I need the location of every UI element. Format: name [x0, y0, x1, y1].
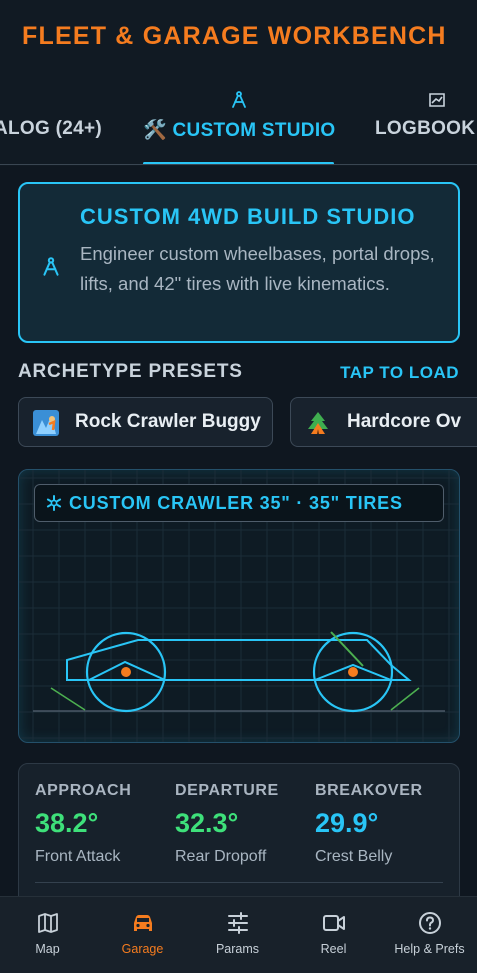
preset-chip-rock-crawler[interactable]: Rock Crawler Buggy [18, 397, 273, 447]
tab-logbook-label: LOGBOOK ( [375, 118, 477, 139]
breakover-angle-line [330, 631, 364, 667]
nav-item-help[interactable]: Help & Prefs [382, 897, 477, 973]
app-header: FLEET & GARAGE WORKBENCH ALOG (24+) 🛠️ C… [0, 0, 477, 166]
preset-chip-label: Rock Crawler Buggy [75, 411, 261, 432]
build-badge-text: CUSTOM CRAWLER 35" · 35" TIRES [69, 493, 403, 513]
nav-item-reel[interactable]: Reel [286, 897, 381, 973]
sliders-icon [228, 912, 248, 934]
nav-label: Params [215, 942, 260, 956]
app-title: FLEET & GARAGE WORKBENCH [22, 22, 447, 50]
hero-title: CUSTOM 4WD BUILD STUDIO [80, 204, 416, 229]
preset-chip-row[interactable]: Rock Crawler Buggy Hardcore Ov [18, 397, 477, 449]
bottom-navigation: Map Garage Params Reel Help & Prefs [0, 896, 477, 973]
tab-custom-studio-label: 🛠️ CUSTOM STUDIO [143, 120, 336, 141]
build-badge: CUSTOM CRAWLER 35" · 35" TIRES [34, 484, 444, 522]
stat-sublabel: Rear Dropoff [175, 848, 267, 865]
nav-label: Map [35, 942, 60, 956]
stat-sublabel: Front Attack [35, 848, 121, 865]
main-content[interactable]: CUSTOM 4WD BUILD STUDIO Engineer custom … [0, 166, 477, 896]
nav-label: Garage [121, 942, 164, 956]
stat-value: 29.9° [315, 808, 379, 838]
front-axle-pivot [121, 667, 131, 677]
compass-icon [232, 91, 246, 108]
nav-label: Reel [320, 942, 347, 956]
tab-bar: ALOG (24+) 🛠️ CUSTOM STUDIO LOGBOOK ( [0, 86, 477, 166]
rear-axle-pivot [348, 667, 358, 677]
approach-angle-line [50, 687, 86, 711]
tab-custom-studio[interactable]: 🛠️ CUSTOM STUDIO [143, 86, 336, 166]
presets-section-title: ARCHETYPE PRESETS [18, 361, 243, 382]
gear-icon [46, 495, 62, 511]
preset-chip-hardcore[interactable]: Hardcore Ov [290, 397, 477, 447]
car-icon [134, 915, 152, 931]
help-icon [419, 912, 441, 934]
stat-value: 32.3° [175, 808, 239, 838]
nav-item-garage[interactable]: Garage [95, 897, 190, 973]
preset-chip-label: Hardcore Ov [347, 411, 462, 432]
kinematics-visualizer: CUSTOM CRAWLER 35" · 35" TIRES [18, 469, 460, 743]
tap-to-load-button[interactable]: TAP TO LOAD [340, 363, 459, 383]
stat-value: 38.2° [35, 808, 99, 838]
tab-catalog-label: ALOG (24+) [0, 118, 103, 139]
climber-icon [33, 410, 59, 436]
geometry-stats-card: APPROACH 38.2° Front Attack DEPARTURE 32… [18, 763, 460, 896]
header-divider [0, 164, 477, 165]
nav-item-map[interactable]: Map [0, 897, 95, 973]
stat-label: APPROACH [35, 782, 132, 799]
nav-item-params[interactable]: Params [190, 897, 285, 973]
compass-icon [43, 257, 59, 276]
hero-description: Engineer custom wheelbases, portal drops… [80, 243, 435, 294]
stat-label: DEPARTURE [175, 782, 279, 799]
video-icon [323, 915, 345, 931]
departure-angle-line [390, 687, 420, 711]
stats-divider [35, 882, 443, 883]
map-icon [429, 93, 445, 107]
stat-sublabel: Crest Belly [315, 848, 393, 865]
map-icon [38, 913, 58, 933]
hero-card: CUSTOM 4WD BUILD STUDIO Engineer custom … [18, 182, 460, 343]
stat-label: BREAKOVER [315, 782, 423, 799]
nav-label: Help & Prefs [394, 942, 465, 956]
camping-icon [308, 412, 328, 434]
